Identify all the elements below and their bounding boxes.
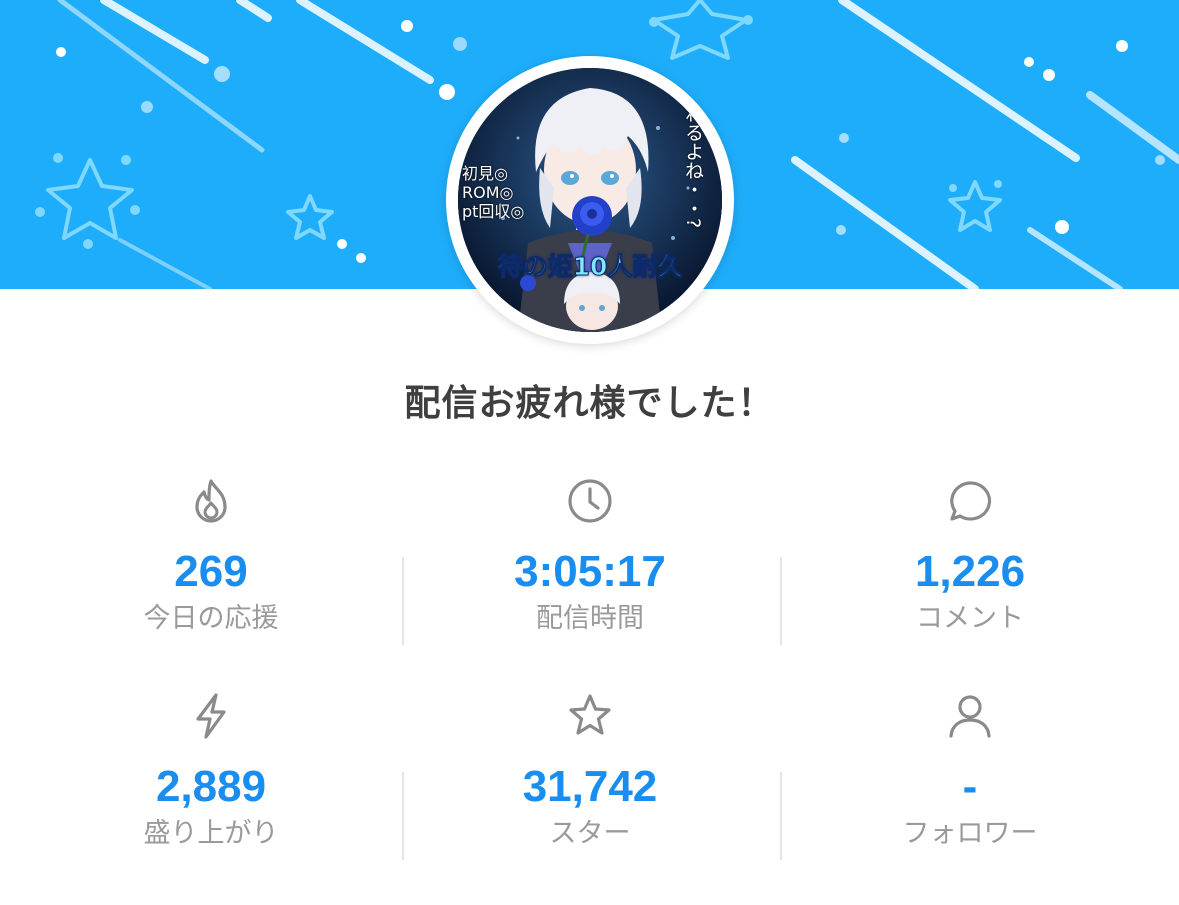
avatar-left-text: 初見◎ ROM◎ pt回収◎	[462, 164, 524, 221]
avatar-left-line: ROM◎	[462, 183, 514, 202]
column-divider	[780, 557, 782, 645]
page-title: 配信お疲れ様でした！	[404, 383, 775, 424]
stat-label: スター	[549, 818, 631, 849]
stat-label: 盛り上がり	[143, 818, 279, 849]
flame-icon	[195, 479, 227, 523]
stat-value: 2,889	[155, 762, 267, 811]
clock-icon	[568, 479, 612, 523]
stat-value: 269	[174, 547, 248, 596]
stat-comments: 1,226 コメント	[850, 475, 1090, 637]
stat-value: 3:05:17	[514, 547, 666, 596]
stat-label: コメント	[916, 603, 1024, 634]
avatar-left-line: 初見◎	[462, 164, 508, 183]
avatar-image: 初見◎ ROM◎ pt回収◎ わるよね・・? 待の姫10人耐久	[458, 68, 722, 332]
avatar-banner-text: 待の姫10人耐久	[497, 252, 683, 281]
column-divider	[780, 772, 782, 860]
comment-bubble-icon	[950, 481, 992, 521]
stat-label: 今日の応援	[143, 603, 279, 634]
star-icon	[569, 694, 611, 735]
stat-label: 配信時間	[536, 603, 644, 634]
person-icon	[949, 695, 991, 738]
stat-value: 31,742	[522, 762, 658, 811]
stat-excitement: 2,889 盛り上がり	[91, 690, 331, 852]
stat-value: 1,226	[914, 547, 1026, 596]
column-divider	[402, 557, 404, 645]
stat-followers: - フォロワー	[850, 690, 1090, 852]
stat-value: -	[962, 762, 978, 811]
stat-today-support: 269 今日の応援	[91, 475, 331, 637]
stat-stars: 31,742 スター	[470, 690, 710, 852]
streamer-avatar[interactable]: 初見◎ ROM◎ pt回収◎ わるよね・・? 待の姫10人耐久	[446, 56, 734, 344]
stat-label: フォロワー	[902, 818, 1038, 849]
lightning-icon	[196, 693, 226, 739]
stat-stream-duration: 3:05:17 配信時間	[470, 475, 710, 637]
column-divider	[402, 772, 404, 860]
avatar-left-line: pt回収◎	[462, 202, 525, 221]
avatar-vertical-text: わるよね・・?	[682, 104, 704, 229]
